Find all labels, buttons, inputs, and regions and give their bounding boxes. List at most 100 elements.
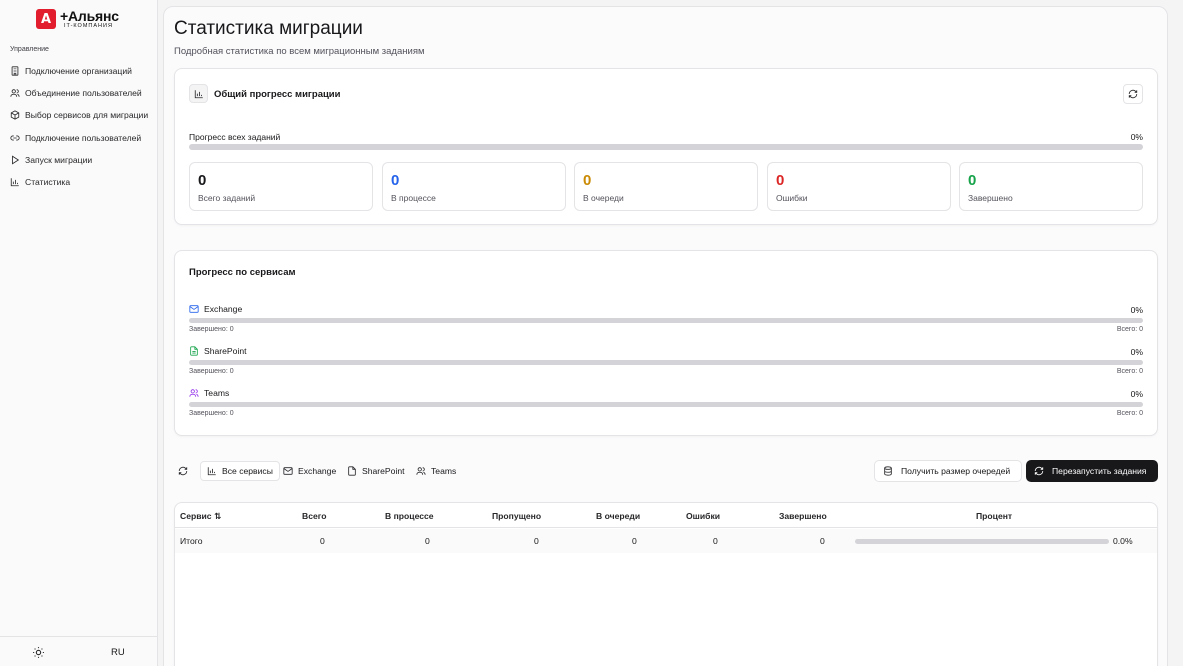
file-icon bbox=[348, 466, 356, 476]
box-icon bbox=[10, 110, 20, 121]
service-progress-sharepoint: SharePoint 0% Завершено: 0 Всего: 0 bbox=[189, 346, 1143, 388]
users-icon bbox=[10, 89, 20, 98]
stat-label: Всего заданий bbox=[198, 193, 256, 203]
services-progress-card: Прогресс по сервисам Exchange 0% Заверше… bbox=[174, 250, 1158, 436]
sidebar-item-label: Выбор сервисов для миграции bbox=[25, 110, 149, 121]
cell-percent: 0.0% bbox=[1113, 536, 1133, 546]
tab-exchange[interactable]: Exchange bbox=[277, 461, 342, 481]
sidebar-section-title: Управление bbox=[10, 46, 49, 53]
sidebar-item-organizations[interactable]: Подключение организаций bbox=[6, 60, 152, 82]
service-progress-bar bbox=[189, 318, 1143, 323]
column-skipped: Пропущено bbox=[492, 511, 542, 521]
sidebar-item-connect-users[interactable]: Подключение пользователей bbox=[6, 127, 152, 149]
stat-value: 0 bbox=[391, 172, 400, 189]
cell-in-progress: 0 bbox=[425, 536, 430, 546]
stat-label: Завершено bbox=[968, 193, 1013, 203]
stat-errors: 0 Ошибки bbox=[767, 162, 951, 211]
bar-chart-icon bbox=[10, 178, 19, 187]
tab-teams[interactable]: Teams bbox=[410, 461, 462, 481]
column-service[interactable]: Сервис ⇅ bbox=[180, 511, 221, 522]
mail-icon bbox=[283, 467, 293, 475]
statistics-table: Сервис ⇅ Всего В процессе Пропущено В оч… bbox=[174, 502, 1158, 666]
tab-sharepoint[interactable]: SharePoint bbox=[341, 461, 411, 481]
column-completed: Завершено bbox=[779, 511, 827, 521]
service-completed: Завершено: 0 bbox=[189, 368, 234, 375]
page-title: Статистика миграции bbox=[174, 18, 363, 39]
database-icon bbox=[884, 466, 892, 476]
tab-label: Exchange bbox=[298, 466, 337, 476]
tab-label: Teams bbox=[431, 466, 457, 476]
overall-progress-card: Общий прогресс миграции Прогресс всех за… bbox=[174, 68, 1158, 225]
language-switch[interactable]: RU bbox=[111, 647, 125, 658]
overall-progress-title: Общий прогресс миграции bbox=[214, 89, 341, 100]
cell-skipped: 0 bbox=[534, 536, 539, 546]
service-progress-exchange: Exchange 0% Завершено: 0 Всего: 0 bbox=[189, 304, 1143, 346]
stat-value: 0 bbox=[968, 172, 977, 189]
total-progress-percent: 0% bbox=[1130, 132, 1143, 142]
cell-errors: 0 bbox=[713, 536, 718, 546]
services-progress-title: Прогресс по сервисам bbox=[189, 267, 296, 278]
sidebar-item-label: Запуск миграции bbox=[25, 154, 93, 165]
stat-value: 0 bbox=[776, 172, 785, 189]
sidebar-item-run-migration[interactable]: Запуск миграции bbox=[6, 149, 152, 171]
stat-value: 0 bbox=[198, 172, 207, 189]
sidebar-item-statistics[interactable]: Статистика bbox=[6, 171, 152, 193]
restart-jobs-button[interactable]: Перезапустить задания bbox=[1026, 460, 1158, 482]
users-icon bbox=[416, 467, 426, 475]
stat-total: 0 Всего заданий bbox=[189, 162, 373, 211]
cell-completed: 0 bbox=[820, 536, 825, 546]
table-row: Итого 0 0 0 0 0 0 0.0% bbox=[175, 529, 1157, 553]
sidebar-footer: RU bbox=[0, 636, 158, 666]
service-total: Всего: 0 bbox=[1116, 410, 1143, 417]
sidebar: A +Альянс IT-КОМПАНИЯ Управление Подключ… bbox=[0, 0, 158, 666]
refresh-icon bbox=[1128, 89, 1138, 99]
tab-all-services[interactable]: Все сервисы bbox=[200, 461, 280, 481]
brand-name: +Альянс bbox=[60, 8, 119, 24]
refresh-button[interactable] bbox=[1123, 84, 1143, 104]
total-progress-label: Прогресс всех заданий bbox=[189, 132, 281, 142]
service-progress-teams: Teams 0% Завершено: 0 Всего: 0 bbox=[189, 388, 1143, 430]
brand-logo[interactable]: A +Альянс IT-КОМПАНИЯ bbox=[36, 9, 119, 30]
tab-label: SharePoint bbox=[362, 466, 405, 476]
logo-mark-icon: A bbox=[36, 9, 56, 30]
service-total: Всего: 0 bbox=[1116, 368, 1143, 375]
mail-icon bbox=[189, 305, 199, 313]
sidebar-item-label: Подключение пользователей bbox=[25, 132, 142, 143]
table-refresh-button[interactable] bbox=[174, 462, 192, 480]
total-progress-bar bbox=[189, 144, 1143, 150]
table-toolbar: Все сервисы Exchange SharePoint Teams По… bbox=[174, 460, 1158, 482]
file-icon bbox=[190, 346, 198, 356]
main-panel: Статистика миграции Подробная статистика… bbox=[163, 6, 1168, 666]
stat-completed: 0 Завершено bbox=[959, 162, 1143, 211]
service-percent: 0% bbox=[1130, 389, 1143, 399]
cell-service: Итого bbox=[180, 536, 203, 546]
bar-chart-icon bbox=[189, 84, 208, 103]
sidebar-item-services[interactable]: Выбор сервисов для миграции bbox=[6, 104, 152, 126]
service-completed: Завершено: 0 bbox=[189, 410, 234, 417]
stat-label: В процессе bbox=[391, 193, 436, 203]
sun-icon[interactable] bbox=[32, 646, 45, 659]
tab-label: Все сервисы bbox=[222, 466, 273, 476]
service-progress-bar bbox=[189, 402, 1143, 407]
sidebar-item-label: Статистика bbox=[25, 177, 71, 188]
service-percent: 0% bbox=[1130, 305, 1143, 315]
stat-in-progress: 0 В процессе bbox=[382, 162, 566, 211]
service-percent: 0% bbox=[1130, 347, 1143, 357]
button-label: Перезапустить задания bbox=[1052, 466, 1147, 476]
refresh-icon bbox=[178, 466, 188, 476]
stat-value: 0 bbox=[583, 172, 592, 189]
column-percent: Процент bbox=[976, 511, 1013, 521]
get-queue-size-button[interactable]: Получить размер очередей bbox=[874, 460, 1022, 482]
sidebar-nav: Подключение организаций Объединение поль… bbox=[6, 60, 152, 193]
building-icon bbox=[11, 66, 19, 76]
service-progress-bar bbox=[189, 360, 1143, 365]
service-completed: Завершено: 0 bbox=[189, 326, 234, 333]
brand-subtitle: IT-КОМПАНИЯ bbox=[64, 23, 113, 29]
column-in-progress: В процессе bbox=[385, 511, 434, 521]
button-label: Получить размер очередей bbox=[901, 466, 1011, 476]
sidebar-item-merge-users[interactable]: Объединение пользователей bbox=[6, 82, 152, 104]
column-queued: В очереди bbox=[596, 511, 641, 521]
column-total: Всего bbox=[302, 511, 327, 521]
bar-chart-icon bbox=[207, 467, 216, 476]
stat-label: Ошибки bbox=[776, 193, 808, 203]
